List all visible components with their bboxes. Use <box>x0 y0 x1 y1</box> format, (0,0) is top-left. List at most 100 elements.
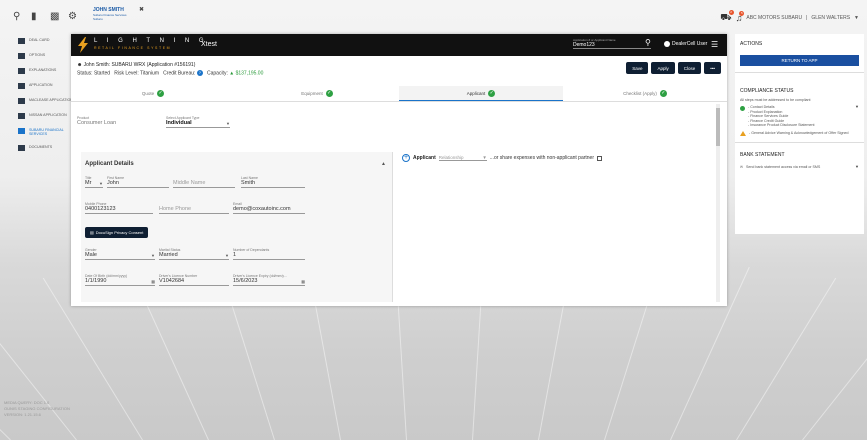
application-search-input[interactable]: Demo123 <box>573 42 651 48</box>
chart-icon[interactable]: ▩ <box>50 11 59 22</box>
options-icon <box>18 53 25 59</box>
check-icon: ✓ <box>488 89 496 97</box>
gender-value[interactable]: Male <box>85 252 155 260</box>
top-right-area: ⛟ 2 ♫ 5 ABC MOTORS SUBARU | GLEN WALTERS ▼ <box>720 10 859 24</box>
dropdown-arrow-icon: ▼ <box>151 253 155 258</box>
mobile-phone-field[interactable]: Mobile Phone 0400123123 <box>85 202 153 214</box>
bank-statement-text: Send bank statement access via email or … <box>746 164 821 169</box>
relationship-placeholder: Relationship <box>438 155 464 160</box>
middle-name-input[interactable]: Middle Name <box>173 180 235 188</box>
bell-badge: 5 <box>739 11 745 16</box>
panel-title: Applicant Details <box>85 161 134 167</box>
scrollbar-thumb[interactable] <box>716 108 720 146</box>
dealer-name[interactable]: ABC MOTORS SUBARU <box>746 15 802 21</box>
middle-name-field[interactable]: Middle Name <box>173 176 235 188</box>
dependants-input[interactable]: 1 <box>233 252 305 260</box>
nav-explanations[interactable]: EXPLANATIONS <box>18 68 73 74</box>
applicant-label: Applicant <box>413 155 436 161</box>
tab-equipment[interactable]: Equipment ✓ <box>235 86 399 101</box>
dob-field[interactable]: Date Of Birth (dd/mm/yyyy) 1/1/1990 ▦ <box>85 274 155 286</box>
apply-button[interactable]: Apply <box>651 62 675 74</box>
mobile-phone-input[interactable]: 0400123123 <box>85 206 153 214</box>
tab-checklist[interactable]: Checklist (Apply) ✓ <box>563 86 727 101</box>
calendar-icon[interactable]: ▦ <box>151 279 155 284</box>
chevron-down-icon[interactable]: ▼ <box>854 15 859 21</box>
customer-summary: ☻ John Smith: SUBARU WRX (Application #1… <box>77 62 195 68</box>
more-button[interactable]: ••• <box>704 62 721 74</box>
marital-status-select[interactable]: Marital Status Married ▼ <box>159 248 229 260</box>
applicant-type-select[interactable]: Select Applicant Type Individual ▼ <box>166 116 230 128</box>
nav-maclease[interactable]: MACLEASE APPLICATION <box>18 98 73 104</box>
gender-select[interactable]: Gender Male ▼ <box>85 248 155 260</box>
licence-expiry-field[interactable]: Driver's Licence Expiry (dd/mm/y... 15/6… <box>233 274 305 286</box>
docusign-button[interactable]: ▤ DocuSign Privacy Consent <box>85 227 149 238</box>
email-field[interactable]: Email demo@coxautoinc.com <box>233 202 305 214</box>
title-select[interactable]: Title Mr ▼ <box>85 176 103 188</box>
bell-icon[interactable]: ♫ 5 <box>736 11 745 23</box>
tab-applicant[interactable]: Applicant ✓ <box>399 86 563 101</box>
application-search[interactable]: Application # or Applicant Name Demo123 <box>573 38 651 49</box>
add-icon[interactable]: + <box>402 154 410 162</box>
check-circle-icon <box>740 105 745 111</box>
home-phone-field[interactable]: Home Phone <box>159 202 229 214</box>
marital-status-value[interactable]: Married <box>159 252 229 260</box>
customer-tab[interactable]: JOHN SMITH Subaru Finance Services Subar… <box>93 7 144 21</box>
thumbs-up-icon: ▲ <box>229 70 235 77</box>
cart-icon[interactable]: ⛟ 2 <box>720 10 734 24</box>
close-icon[interactable]: ✖ <box>139 6 144 13</box>
dealer-user-menu[interactable]: DealerCell User <box>664 41 707 47</box>
warning-text: - General Advice Warning & Acknowledgeme… <box>749 130 849 135</box>
divider <box>735 141 864 143</box>
return-to-app-button[interactable]: RETURN TO APP <box>740 55 859 66</box>
share-expenses-checkbox[interactable] <box>597 155 603 161</box>
nav-deal-card[interactable]: DEAL CARD <box>18 38 73 44</box>
first-name-field[interactable]: First Name John <box>107 176 169 188</box>
scrollbar[interactable] <box>716 104 720 302</box>
logo-subtitle: RETAIL FINANCE SYSTEM <box>94 46 172 50</box>
help-icon[interactable]: ? <box>196 70 203 76</box>
bank-statement-item[interactable]: ✉ Send bank statement access via email o… <box>735 162 864 170</box>
applicant-type-value[interactable]: Individual <box>166 120 230 128</box>
search-icon[interactable]: ⚲ <box>645 38 651 47</box>
capacity-label: Capacity: <box>206 70 228 77</box>
licence-number-field[interactable]: Driver's Licence Number V1042684 <box>159 274 229 286</box>
hamburger-menu-icon[interactable]: ☰ <box>711 40 718 49</box>
home-phone-input[interactable]: Home Phone <box>159 206 229 214</box>
dob-input[interactable]: 1/1/1990 <box>85 278 155 286</box>
last-name-input[interactable]: Smith <box>241 180 305 188</box>
compliance-items: - Contact Details - Product Explanation … <box>748 105 815 128</box>
right-panel: ACTIONS RETURN TO APP COMPLIANCE STATUS … <box>735 34 864 234</box>
relationship-select[interactable]: Relationship ▼ <box>438 155 487 161</box>
tab-quote[interactable]: Quote ✓ <box>71 86 235 101</box>
maclease-icon <box>18 98 25 104</box>
search-icon[interactable]: ⚲ <box>13 11 20 22</box>
chevron-down-icon[interactable]: ▼ <box>855 164 859 170</box>
nav-application[interactable]: APPLICATION <box>18 83 73 89</box>
chevron-down-icon[interactable]: ▼ <box>855 104 859 128</box>
licence-number-input[interactable]: V1042684 <box>159 278 229 286</box>
licence-expiry-input[interactable]: 15/6/2023 <box>233 278 305 286</box>
share-expenses-text: ...or share expenses with non-applicant … <box>489 155 595 161</box>
tab-label: Checklist (Apply) <box>623 91 657 96</box>
nav-options[interactable]: OPTIONS <box>18 53 73 59</box>
book-icon[interactable]: ▮ <box>31 11 37 22</box>
email-input[interactable]: demo@coxautoinc.com <box>233 206 305 214</box>
first-name-input[interactable]: John <box>107 180 169 188</box>
last-name-field[interactable]: Last Name Smith <box>241 176 305 188</box>
nav-label: DEAL CARD <box>29 38 50 42</box>
tab-label: Applicant <box>466 90 486 96</box>
save-button[interactable]: Save <box>626 62 649 74</box>
compliance-list[interactable]: - Contact Details - Product Explanation … <box>735 102 864 128</box>
nav-subaru[interactable]: SUBARU FINANCIAL SERVICES <box>18 128 73 136</box>
close-button[interactable]: Close <box>677 62 702 74</box>
user-name[interactable]: GLEN WALTERS <box>811 15 850 21</box>
main-card: L I G H T N I N G RETAIL FINANCE SYSTEM … <box>71 34 727 306</box>
dependants-field[interactable]: Number of Dependants 1 <box>233 248 305 260</box>
top-bar: ⚲ ▮ ▩ ⚙ JOHN SMITH Subaru Finance Servic… <box>0 0 867 32</box>
nav-label: DOCUMENTS <box>29 145 53 149</box>
nav-nissan[interactable]: NISSAN APPLICATION <box>18 113 73 119</box>
chevron-up-icon[interactable]: ▲ <box>381 161 386 167</box>
nav-documents[interactable]: DOCUMENTS <box>18 145 73 151</box>
gear-icon[interactable]: ⚙ <box>68 11 77 22</box>
calendar-icon[interactable]: ▦ <box>301 279 305 284</box>
